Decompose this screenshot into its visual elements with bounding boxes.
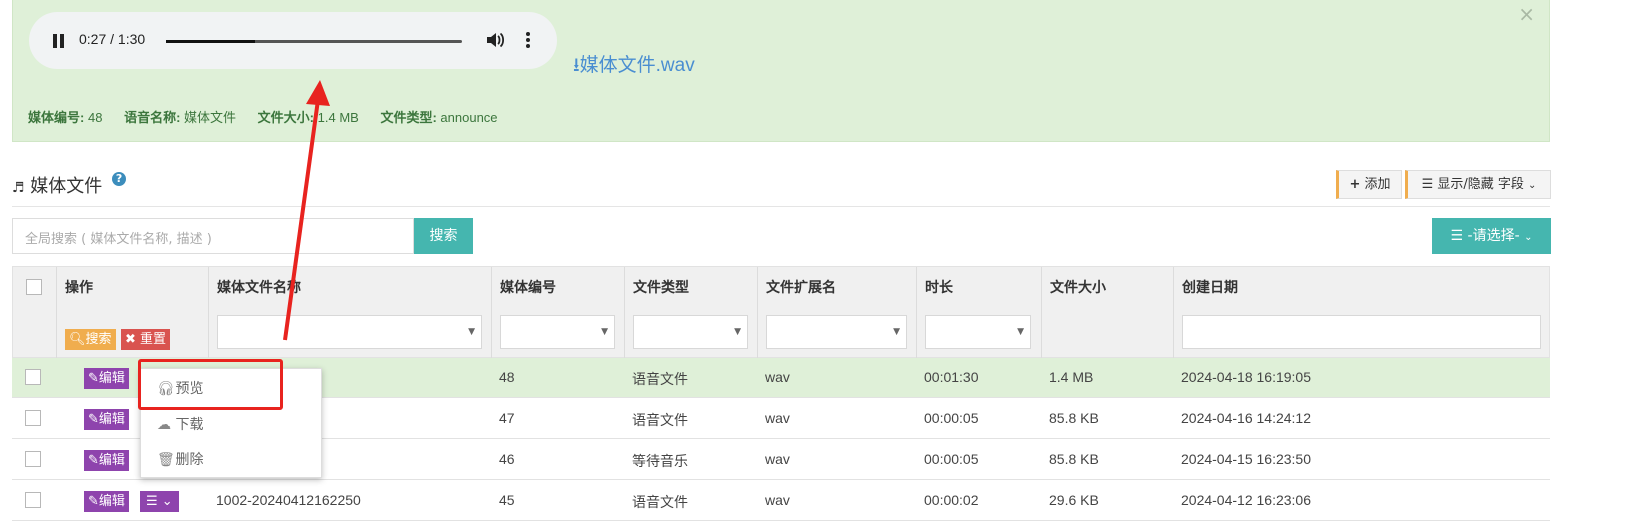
list-icon: ☰ <box>1450 228 1464 244</box>
filter-type[interactable]: ▼ <box>633 315 748 349</box>
search-button[interactable]: 搜索 <box>414 218 473 254</box>
col-actions: 操作 <box>65 280 93 296</box>
player-progress-fill <box>166 40 255 43</box>
toggle-columns-button[interactable]: ☰ 显示/隐藏 字段 ⌄ <box>1405 170 1551 199</box>
col-id[interactable]: 媒体编号 <box>500 277 556 297</box>
col-duration[interactable]: 时长 <box>925 277 953 297</box>
caret-down-icon: ▼ <box>893 327 900 337</box>
menu-item-download[interactable]: ☁ 下载 <box>157 414 203 434</box>
edit-icon: ✎ <box>88 412 99 427</box>
help-icon[interactable]: ? <box>112 172 127 186</box>
media-info-panel: × 0:27 / 1:30 ⭳媒体文件.wav 媒体编号: 48 语音名称: 媒… <box>12 0 1550 142</box>
cloud-download-icon: ☁ <box>157 417 171 433</box>
caret-down-icon: ▼ <box>601 327 608 337</box>
edit-button[interactable]: ✎编辑 <box>84 491 129 512</box>
menu-item-delete[interactable]: 🗑︎ 删除 <box>157 449 203 469</box>
meta-id: 媒体编号: 48 <box>28 110 103 125</box>
section-title: ♬ 媒体文件 ? <box>12 172 127 198</box>
caret-down-icon: ▼ <box>734 327 741 337</box>
col-type[interactable]: 文件类型 <box>633 277 689 297</box>
edit-button[interactable]: ✎编辑 <box>84 450 129 471</box>
media-meta: 媒体编号: 48 语音名称: 媒体文件 文件大小: 1.4 MB 文件类型: a… <box>28 107 516 126</box>
pause-icon[interactable] <box>53 34 57 48</box>
edit-icon: ✎ <box>88 494 99 509</box>
bulk-select-dropdown[interactable]: ☰ -请选择- ⌄ <box>1432 218 1551 254</box>
filter-reset-button[interactable]: ✖ 重置 <box>121 329 171 350</box>
player-progress-track[interactable] <box>166 40 462 43</box>
audio-player[interactable]: 0:27 / 1:30 <box>29 12 557 69</box>
row-checkbox[interactable] <box>25 492 41 508</box>
row-menu-button[interactable]: ☰ ⌄ <box>140 491 179 512</box>
list-icon: ☰ <box>146 494 158 509</box>
edit-button[interactable]: ✎编辑 <box>84 368 129 389</box>
table-header: 操作 媒体文件名称 媒体编号 文件类型 文件扩展名 时长 文件大小 创建日期 🔍… <box>12 266 1550 359</box>
meta-type: 文件类型: announce <box>380 110 498 125</box>
close-icon[interactable]: × <box>1518 4 1535 24</box>
row-checkbox[interactable] <box>25 410 41 426</box>
meta-name: 语音名称: 媒体文件 <box>124 110 237 125</box>
search-icon: 🔍︎ <box>69 332 86 347</box>
col-name[interactable]: 媒体文件名称 <box>217 277 301 297</box>
table-row[interactable]: ✎编辑 ☰ ⌄ 1002-20240412162250 45 语音文件 wav … <box>12 481 1550 521</box>
close-icon: ✖ <box>125 332 136 347</box>
global-search-input[interactable]: 全局搜索 ( 媒体文件名称, 描述 ) <box>12 218 414 254</box>
edit-icon: ✎ <box>88 371 99 386</box>
row-checkbox[interactable] <box>25 451 41 467</box>
highlight-box <box>138 359 283 410</box>
filter-duration[interactable]: ▼ <box>925 315 1031 349</box>
caret-down-icon: ▼ <box>468 327 475 337</box>
filter-id[interactable]: ▼ <box>500 315 615 349</box>
volume-icon[interactable] <box>485 29 505 55</box>
edit-icon: ✎ <box>88 453 99 468</box>
chevron-down-icon: ⌄ <box>1524 232 1533 243</box>
edit-button[interactable]: ✎编辑 <box>84 409 129 430</box>
col-ext[interactable]: 文件扩展名 <box>766 277 836 297</box>
pause-icon-bar[interactable] <box>60 34 64 48</box>
col-size[interactable]: 文件大小 <box>1050 277 1106 297</box>
row-checkbox[interactable] <box>25 369 41 385</box>
filter-date[interactable] <box>1182 315 1541 349</box>
filter-name[interactable]: ▼ <box>217 315 482 349</box>
col-date[interactable]: 创建日期 <box>1182 277 1238 297</box>
chevron-down-icon: ⌄ <box>161 494 173 509</box>
plus-icon: + <box>1349 177 1361 192</box>
caret-down-icon: ▼ <box>1017 327 1024 337</box>
add-button[interactable]: + 添加 <box>1336 170 1402 199</box>
filter-search-button[interactable]: 🔍︎搜索 <box>65 329 116 350</box>
more-options-icon[interactable] <box>524 29 532 55</box>
meta-size: 文件大小: 1.4 MB <box>257 110 359 125</box>
filter-ext[interactable]: ▼ <box>766 315 907 349</box>
select-all-checkbox[interactable] <box>26 279 42 295</box>
chevron-down-icon: ⌄ <box>1528 180 1537 191</box>
download-link[interactable]: ⭳媒体文件.wav <box>573 50 695 83</box>
list-icon: ☰ <box>1421 177 1434 192</box>
player-time: 0:27 / 1:30 <box>79 31 146 47</box>
trash-icon: 🗑︎ <box>157 452 175 468</box>
divider <box>12 206 1550 207</box>
music-icon: ♬ <box>12 180 25 196</box>
